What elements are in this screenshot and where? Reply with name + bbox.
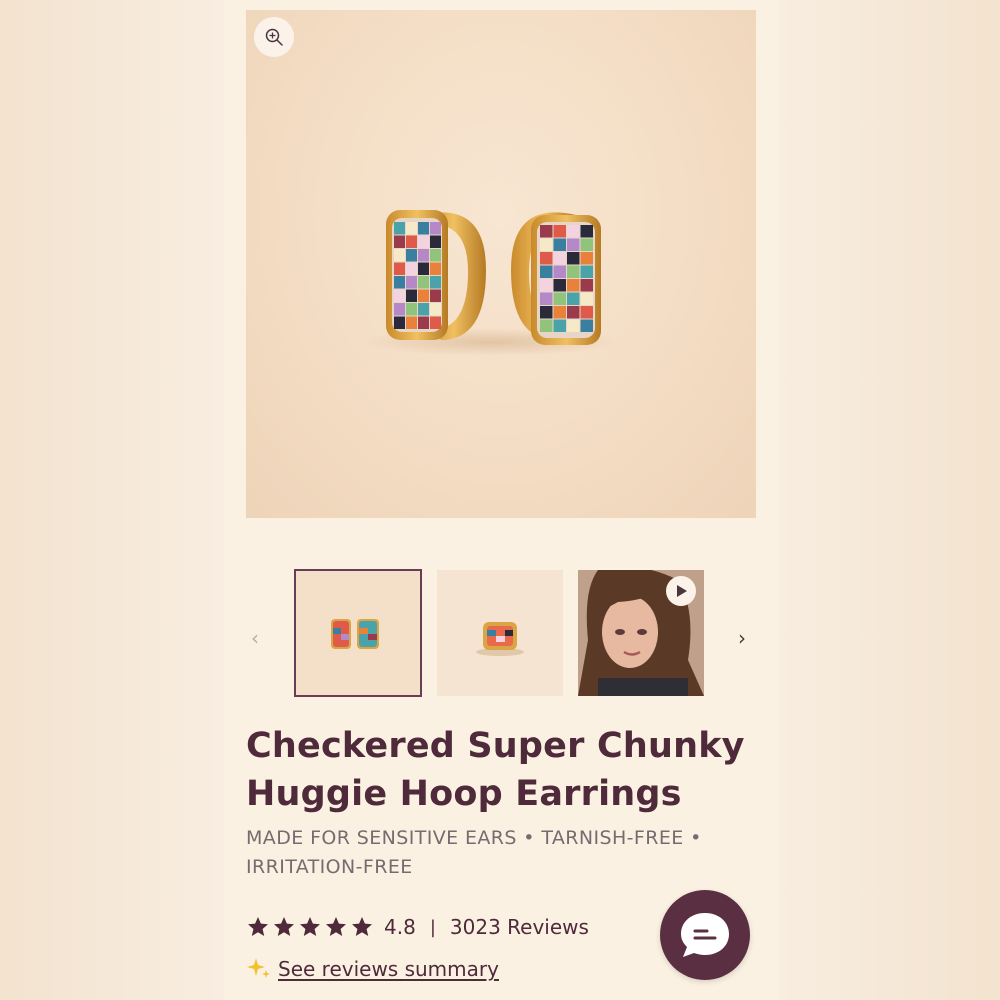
chat-icon: [681, 913, 729, 957]
zoom-in-icon: [265, 28, 283, 46]
carousel-next-button[interactable]: ›: [738, 628, 746, 648]
rating-stars: [246, 915, 374, 939]
star-icon: [352, 917, 372, 936]
zoom-button[interactable]: [254, 17, 294, 57]
chat-button[interactable]: [660, 890, 750, 980]
rating-separator: |: [429, 916, 436, 938]
play-video-button[interactable]: [666, 576, 696, 606]
star-icon: [248, 917, 268, 936]
star-icon: [326, 917, 346, 936]
product-title: Checkered Super Chunky Huggie Hoop Earri…: [246, 726, 745, 814]
product-page: ‹ › Checkered Super Chunky Huggie Hoop E…: [224, 0, 778, 1000]
product-hero-image[interactable]: [246, 10, 756, 518]
star-icon: [274, 917, 294, 936]
star-icon: [300, 917, 320, 936]
thumbnail-1[interactable]: [294, 569, 422, 697]
sparkle-icon: [247, 958, 270, 978]
rating-value: 4.8: [384, 915, 416, 939]
play-icon: [677, 585, 687, 597]
product-features: MADE FOR SENSITIVE EARS • TARNISH-FREE •…: [246, 827, 702, 878]
thumbnail-earrings-pair: [295, 570, 421, 696]
thumbnail-video[interactable]: [578, 570, 704, 696]
thumbnail-single-earring: [437, 570, 563, 696]
rating-summary[interactable]: 4.8 | 3023 Reviews: [246, 910, 589, 944]
see-reviews-summary-link[interactable]: See reviews summary: [278, 957, 499, 981]
earrings-illustration: [361, 210, 621, 356]
thumbnail-2[interactable]: [437, 570, 563, 696]
review-count[interactable]: 3023 Reviews: [450, 915, 589, 939]
carousel-prev-button[interactable]: ‹: [251, 628, 259, 648]
reviews-summary-row: See reviews summary: [246, 956, 499, 982]
thumbnail-carousel: ‹ ›: [224, 568, 778, 698]
